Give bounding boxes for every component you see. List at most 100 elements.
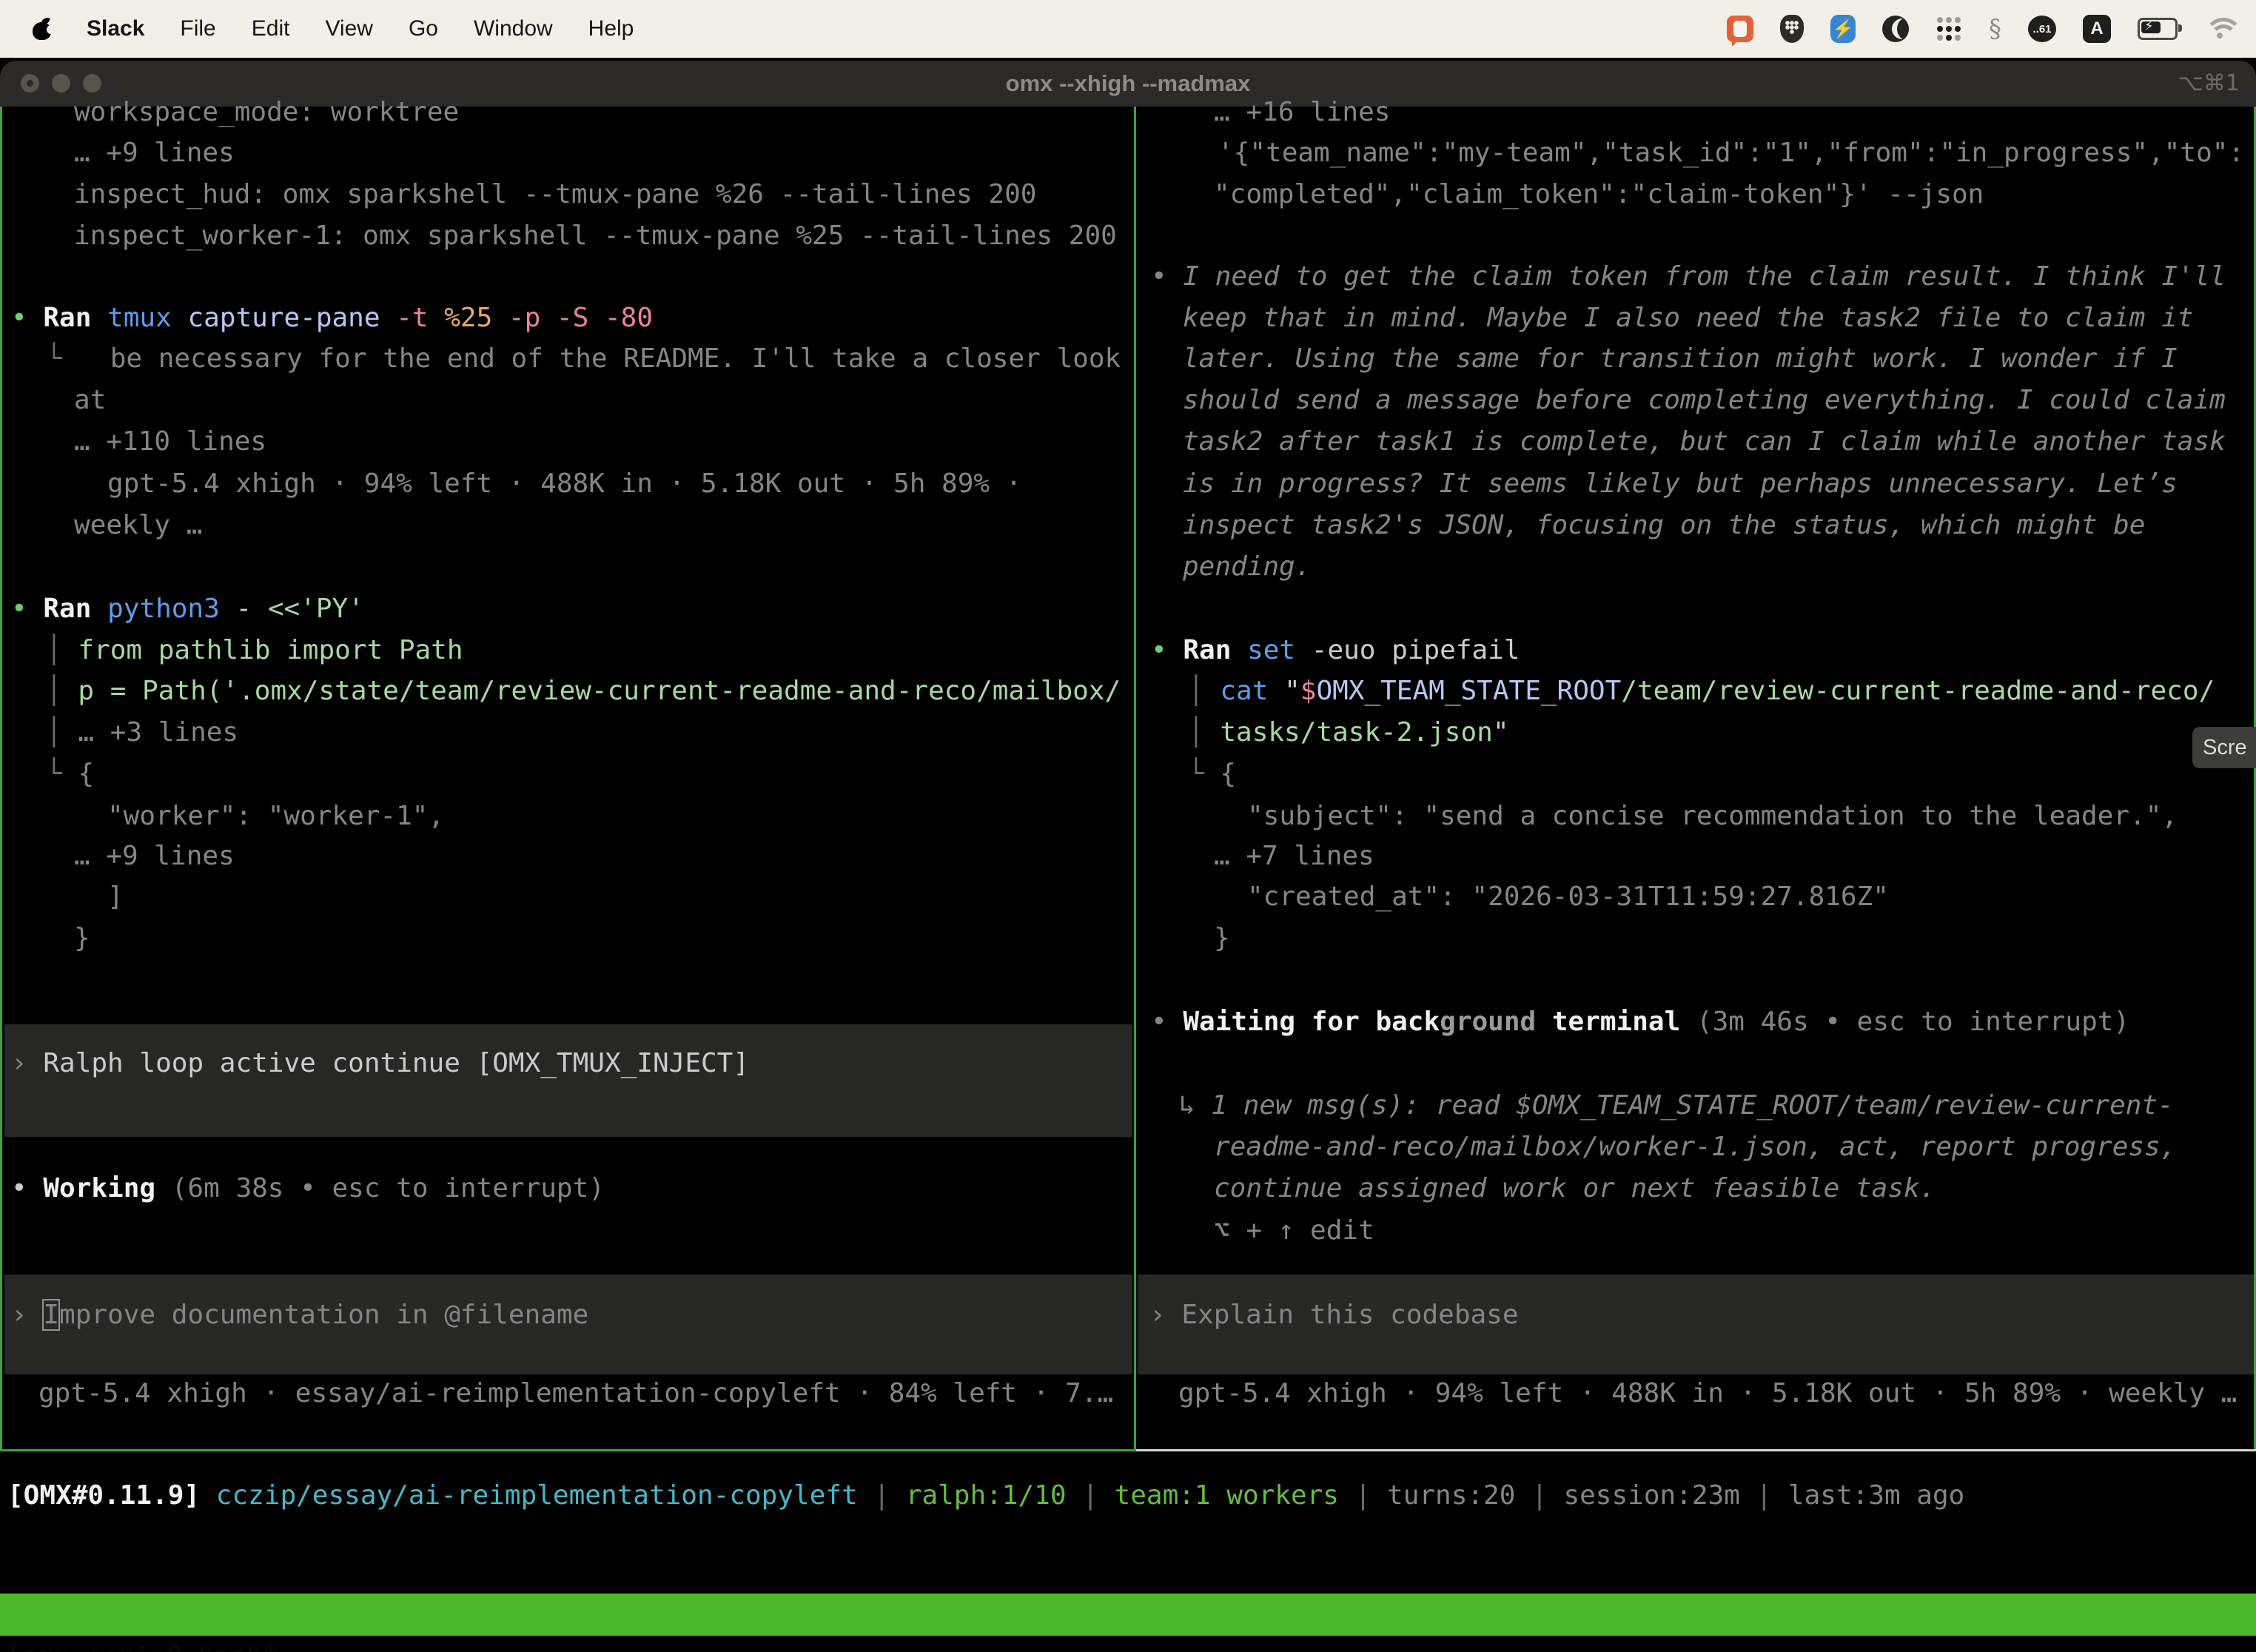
thinking-text: • I need to get the claim token from the… bbox=[1151, 255, 2226, 298]
terminal-text: • bbox=[1151, 1007, 1183, 1037]
terminal-line: "created_at": "2026-03-31T11:59:27.816Z" bbox=[1247, 876, 1889, 918]
apple-menu-icon[interactable] bbox=[33, 19, 51, 40]
terminal-text: -p -S -80 bbox=[508, 303, 653, 333]
omx-status-line: [OMX#0.11.9] cczip/essay/ai-reimplementa… bbox=[7, 1474, 1964, 1517]
dots-grid-icon[interactable] bbox=[1936, 16, 1962, 42]
terminal-text: Ran bbox=[43, 594, 107, 624]
terminal-line: at bbox=[74, 379, 106, 421]
terminal-text: │ bbox=[1188, 676, 1220, 706]
model-status-left: gpt-5.4 xhigh · essay/ai-reimplementatio… bbox=[38, 1372, 1113, 1414]
terminal-text: inspect task2's JSON, focusing on the st… bbox=[1183, 510, 2145, 540]
battery-icon[interactable]: ⚡ bbox=[2138, 18, 2178, 40]
terminal-text: '{"team_name":"my-team","task_id":"1","f… bbox=[1218, 138, 2244, 168]
terminal-text: | bbox=[1082, 1480, 1114, 1511]
terminal-text: Waiting for back bbox=[1183, 1007, 1440, 1037]
terminal-text: └ bbox=[1188, 759, 1220, 789]
terminal-text: continue assigned work or next feasible … bbox=[1214, 1173, 1936, 1203]
tmux-status-bar: [omx-cczip0:bash* "MacBook-Pro-44.local"… bbox=[0, 1594, 2256, 1636]
command-ran-tmux: • Ran tmux capture-pane -t %25 -p -S -80 bbox=[11, 297, 653, 339]
menu-item-view[interactable]: View bbox=[325, 16, 372, 41]
menu-items: File Edit View Go Window Help bbox=[180, 16, 634, 41]
terminal-text: <<'PY' bbox=[268, 594, 364, 624]
terminal-text: pending. bbox=[1183, 551, 1311, 582]
terminal-text: set bbox=[1247, 635, 1312, 665]
terminal-line: continue assigned work or next feasible … bbox=[1214, 1167, 1936, 1209]
terminal-text: › bbox=[11, 1300, 43, 1330]
flash-badge-icon[interactable]: ⚡ bbox=[1830, 15, 1856, 43]
terminal-line: │ from pathlib import Path bbox=[46, 629, 463, 671]
terminal-text: • bbox=[1151, 261, 1183, 292]
terminal-text: │ bbox=[46, 676, 78, 706]
wifi-icon[interactable] bbox=[2204, 18, 2235, 40]
working-status: • Working (6m 38s • esc to interrupt) bbox=[11, 1167, 605, 1209]
terminal-text: gpt-5.4 xhigh · 94% left · 488K in · 5.1… bbox=[107, 469, 1021, 499]
terminal-text: } bbox=[1214, 923, 1230, 953]
terminal-text: Ran bbox=[1183, 635, 1247, 665]
moon-icon[interactable] bbox=[1882, 16, 1909, 42]
terminal-text: "subject": "send a concise recommendatio… bbox=[1247, 801, 2178, 831]
squiggle-icon[interactable]: § bbox=[1989, 14, 2001, 44]
tmux-session-label: [omx-cczip0:bash* bbox=[6, 1636, 278, 1652]
terminal-text: | bbox=[1531, 1480, 1563, 1511]
terminal-text: session:23m bbox=[1563, 1480, 1756, 1511]
menu-bar: Slack FileEditViewGoWindowHelp ⚡ § ..61 … bbox=[0, 0, 2256, 58]
pane-border-left bbox=[0, 107, 2, 1451]
terminal-text: └ bbox=[46, 343, 62, 374]
menu-item-go[interactable]: Go bbox=[409, 16, 438, 41]
terminal-text: last:3m ago bbox=[1788, 1480, 1964, 1511]
pane-divider[interactable] bbox=[1134, 107, 1136, 1451]
terminal-text: } bbox=[74, 923, 90, 953]
timer-badge-icon[interactable]: ..61 bbox=[2028, 16, 2056, 42]
terminal-line: keep that in mind. Maybe I also need the… bbox=[1183, 297, 2193, 339]
terminal-line: '{"team_name":"my-team","task_id":"1","f… bbox=[1218, 132, 2244, 174]
terminal-text: readme-and-reco/mailbox/worker-1.json, a… bbox=[1214, 1132, 2176, 1162]
terminal-line: readme-and-reco/mailbox/worker-1.json, a… bbox=[1214, 1126, 2176, 1168]
input-source-icon[interactable]: A bbox=[2083, 15, 2111, 43]
menu-item-window[interactable]: Window bbox=[474, 16, 553, 41]
edit-hint: ⌥ + ↑ edit bbox=[1214, 1209, 1374, 1252]
terminal-line: … +16 lines bbox=[1214, 91, 1390, 133]
menu-item-file[interactable]: File bbox=[180, 16, 215, 41]
terminal-text: │ bbox=[46, 635, 78, 665]
terminal-text: ⌥ + ↑ edit bbox=[1214, 1215, 1374, 1246]
pane-border-bottom-right bbox=[1136, 1449, 2256, 1451]
terminal-text: { bbox=[1220, 759, 1236, 789]
terminal-text: terminal bbox=[1536, 1007, 1696, 1037]
terminal-text: turns:20 bbox=[1387, 1480, 1531, 1511]
terminal-text: workspace_mode: worktree bbox=[74, 97, 459, 127]
terminal-line: ] bbox=[107, 876, 124, 918]
terminal-text: [OMX#0.11.9] bbox=[7, 1480, 216, 1511]
terminal-text: { bbox=[78, 759, 94, 789]
terminal-line: } bbox=[1214, 917, 1230, 959]
terminal-text: gpt-5.4 xhigh · essay/ai-reimplementatio… bbox=[38, 1378, 1113, 1408]
terminal-text: • bbox=[11, 303, 43, 333]
terminal-text: └ bbox=[46, 759, 78, 789]
shield-icon[interactable] bbox=[1780, 15, 1804, 43]
terminal-line: pending. bbox=[1183, 545, 1311, 588]
waiting-status: • Waiting for background terminal (3m 46… bbox=[1151, 1001, 2129, 1043]
terminal-text: │ bbox=[46, 717, 78, 748]
terminal-text: I bbox=[43, 1300, 59, 1330]
terminal-text: p = Path('.omx/state/team/review-current… bbox=[78, 676, 1121, 706]
terminal-text: tasks/task-2.json bbox=[1220, 717, 1492, 748]
terminal-text: is in progress? It seems likely but perh… bbox=[1183, 469, 2178, 499]
menu-left: Slack File Edit View Go Window Help bbox=[0, 16, 634, 41]
terminal-text: "created_at": "2026-03-31T11:59:27.816Z" bbox=[1247, 882, 1889, 912]
terminal-text: - bbox=[235, 594, 267, 624]
terminal-text: team:1 workers bbox=[1115, 1480, 1355, 1511]
menu-app-name[interactable]: Slack bbox=[87, 16, 144, 41]
terminal-text: inspect_worker-1: omx sparkshell --tmux-… bbox=[74, 221, 1117, 251]
terminal-line: "worker": "worker-1", bbox=[107, 795, 444, 837]
ralph-loop-banner: › Ralph loop active continue [OMX_TMUX_I… bbox=[11, 1042, 749, 1084]
menu-item-help[interactable]: Help bbox=[588, 16, 634, 41]
terminal-text: … +9 lines bbox=[74, 841, 235, 871]
screen-tooltip: Scre bbox=[2192, 727, 2256, 768]
terminal-line: later. Using the same for transition mig… bbox=[1183, 338, 2178, 380]
terminal-line: │ tasks/task-2.json" bbox=[1188, 711, 1509, 753]
terminal-text: │ bbox=[1188, 717, 1220, 748]
menu-item-edit[interactable]: Edit bbox=[252, 16, 290, 41]
terminal-text: … +110 lines bbox=[74, 426, 266, 457]
chat-badge-icon[interactable] bbox=[1727, 16, 1753, 42]
terminal-text: "worker": "worker-1", bbox=[107, 801, 444, 831]
terminal-line: └ { bbox=[46, 753, 94, 795]
